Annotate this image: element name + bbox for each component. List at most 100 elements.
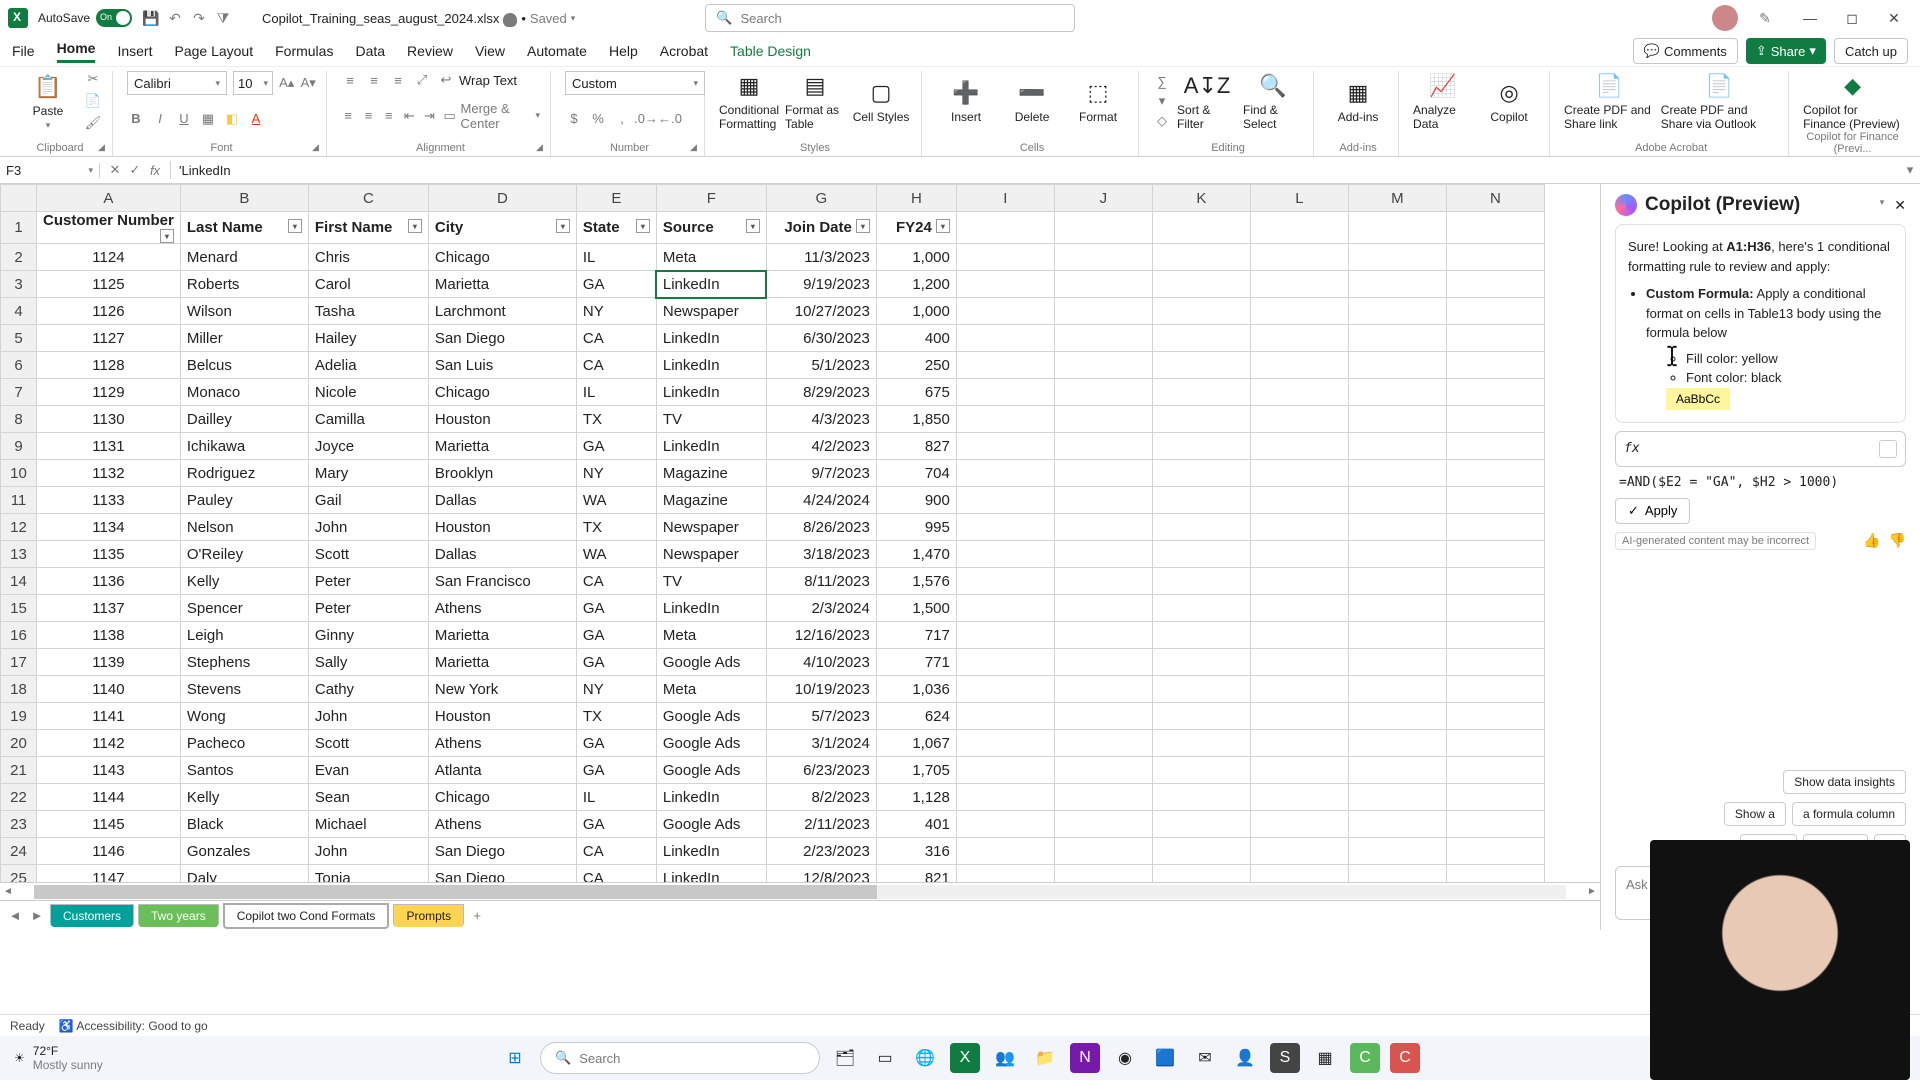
cell[interactable]: NY bbox=[576, 460, 656, 487]
folder-icon[interactable]: 📁 bbox=[1030, 1043, 1060, 1073]
cell[interactable]: TX bbox=[576, 703, 656, 730]
cell[interactable] bbox=[1054, 541, 1152, 568]
cell[interactable]: 9/7/2023 bbox=[766, 460, 876, 487]
maximize-button[interactable]: ◻ bbox=[1834, 4, 1870, 32]
cell[interactable] bbox=[956, 487, 1054, 514]
bold-icon[interactable]: B bbox=[127, 110, 145, 128]
delete-cells-button[interactable]: ➖Delete bbox=[1002, 78, 1062, 124]
thumbs-down-icon[interactable]: 👎 bbox=[1889, 532, 1906, 549]
app-icon[interactable]: 👤 bbox=[1230, 1043, 1260, 1073]
sheet-tab-copilot-formats[interactable]: Copilot two Cond Formats bbox=[223, 903, 390, 929]
cell[interactable]: 6/30/2023 bbox=[766, 325, 876, 352]
cell[interactable] bbox=[1348, 433, 1446, 460]
cell[interactable] bbox=[1054, 595, 1152, 622]
cell[interactable] bbox=[1446, 244, 1544, 271]
cell[interactable] bbox=[956, 325, 1054, 352]
cell[interactable]: Gail bbox=[308, 487, 428, 514]
cell[interactable]: Chris bbox=[308, 244, 428, 271]
row-header-22[interactable]: 22 bbox=[1, 784, 37, 811]
excel-taskbar-icon[interactable]: X bbox=[950, 1043, 980, 1073]
filter-dropdown-icon[interactable]: ▾ bbox=[636, 219, 650, 233]
row-header-2[interactable]: 2 bbox=[1, 244, 37, 271]
tab-page-layout[interactable]: Page Layout bbox=[174, 43, 253, 59]
horizontal-scrollbar[interactable]: ◄ ► bbox=[0, 882, 1600, 900]
cell[interactable] bbox=[1054, 703, 1152, 730]
cell[interactable]: 5/7/2023 bbox=[766, 703, 876, 730]
cell[interactable] bbox=[1054, 811, 1152, 838]
cell[interactable] bbox=[956, 784, 1054, 811]
cell[interactable]: Monaco bbox=[180, 379, 308, 406]
cell[interactable]: Dallas bbox=[428, 487, 576, 514]
close-pane-icon[interactable]: ✕ bbox=[1894, 197, 1906, 214]
filter-dropdown-icon[interactable]: ▾ bbox=[288, 219, 302, 233]
autosave-toggle[interactable]: AutoSave On bbox=[38, 9, 132, 27]
cell[interactable]: Meta bbox=[656, 244, 766, 271]
cell[interactable]: Google Ads bbox=[656, 649, 766, 676]
row-header-13[interactable]: 13 bbox=[1, 541, 37, 568]
merge-center-button[interactable]: ▭Merge & Center▾ bbox=[443, 101, 540, 131]
cell[interactable] bbox=[1446, 865, 1544, 883]
filter-dropdown-icon[interactable]: ▾ bbox=[856, 219, 870, 233]
cell[interactable]: 1142 bbox=[37, 730, 181, 757]
inc-decimal-icon[interactable]: .0→ bbox=[637, 110, 655, 128]
cell[interactable] bbox=[1348, 379, 1446, 406]
header-join-date[interactable]: Join Date▾ bbox=[766, 212, 876, 244]
cell[interactable]: Michael bbox=[308, 811, 428, 838]
cell[interactable] bbox=[1054, 784, 1152, 811]
cell[interactable] bbox=[1054, 460, 1152, 487]
cell[interactable]: 6/23/2023 bbox=[766, 757, 876, 784]
cell[interactable] bbox=[1348, 865, 1446, 883]
onenote-icon[interactable]: N bbox=[1070, 1043, 1100, 1073]
cell[interactable]: 1124 bbox=[37, 244, 181, 271]
cell[interactable]: NY bbox=[576, 676, 656, 703]
sheet-tab-two-years[interactable]: Two years bbox=[138, 904, 219, 927]
copilot-finance-button[interactable]: ◆Copilot for Finance (Preview) bbox=[1803, 71, 1902, 131]
cell-styles-button[interactable]: ▢Cell Styles bbox=[851, 78, 911, 124]
start-button[interactable]: ⊞ bbox=[500, 1043, 530, 1073]
cell[interactable]: Leigh bbox=[180, 622, 308, 649]
cell[interactable]: 704 bbox=[876, 460, 956, 487]
collapse-icon[interactable]: ▾ bbox=[1880, 197, 1885, 214]
fill-icon[interactable]: ▾ bbox=[1153, 92, 1171, 110]
cell[interactable] bbox=[1152, 244, 1250, 271]
col-header-D[interactable]: D bbox=[428, 185, 576, 212]
cell[interactable]: Marietta bbox=[428, 271, 576, 298]
sort-filter-button[interactable]: A↧ZSort & Filter bbox=[1177, 71, 1237, 131]
cell[interactable] bbox=[1054, 676, 1152, 703]
row-header-16[interactable]: 16 bbox=[1, 622, 37, 649]
header-city[interactable]: City▾ bbox=[428, 212, 576, 244]
cell[interactable] bbox=[1152, 487, 1250, 514]
cell[interactable] bbox=[1250, 487, 1348, 514]
cell[interactable]: Kelly bbox=[180, 784, 308, 811]
cell[interactable]: 1131 bbox=[37, 433, 181, 460]
cell[interactable] bbox=[1348, 703, 1446, 730]
cell[interactable] bbox=[1152, 325, 1250, 352]
cell[interactable]: Stevens bbox=[180, 676, 308, 703]
cell[interactable]: 821 bbox=[876, 865, 956, 883]
cell[interactable]: 1128 bbox=[37, 352, 181, 379]
cell[interactable]: Adelia bbox=[308, 352, 428, 379]
cell[interactable]: Brooklyn bbox=[428, 460, 576, 487]
cell[interactable]: 1126 bbox=[37, 298, 181, 325]
sheet-nav-next[interactable]: ► bbox=[28, 908, 46, 923]
cell[interactable]: 8/2/2023 bbox=[766, 784, 876, 811]
cell[interactable] bbox=[1250, 757, 1348, 784]
cell[interactable] bbox=[1152, 622, 1250, 649]
cell[interactable] bbox=[1250, 838, 1348, 865]
header-last-name[interactable]: Last Name▾ bbox=[180, 212, 308, 244]
row-header-3[interactable]: 3 bbox=[1, 271, 37, 298]
suggestion-show-a[interactable]: Show a bbox=[1724, 802, 1786, 826]
cell[interactable] bbox=[1152, 568, 1250, 595]
cell[interactable]: Ichikawa bbox=[180, 433, 308, 460]
conditional-formatting-button[interactable]: ▦Conditional Formatting bbox=[719, 71, 779, 131]
cell[interactable] bbox=[1446, 757, 1544, 784]
row-header-17[interactable]: 17 bbox=[1, 649, 37, 676]
create-pdf-outlook-button[interactable]: 📄Create PDF and Share via Outlook bbox=[1661, 71, 1778, 131]
cell[interactable]: San Francisco bbox=[428, 568, 576, 595]
cell[interactable] bbox=[1250, 865, 1348, 883]
dialog-launcher-icon[interactable]: ◢ bbox=[690, 142, 702, 154]
cell[interactable] bbox=[1152, 649, 1250, 676]
col-header-A[interactable]: A bbox=[37, 185, 181, 212]
grid[interactable]: ABCDEFGHIJKLMN1Customer Number▾Last Name… bbox=[0, 184, 1600, 882]
format-painter-icon[interactable]: 🖌 bbox=[84, 114, 102, 132]
